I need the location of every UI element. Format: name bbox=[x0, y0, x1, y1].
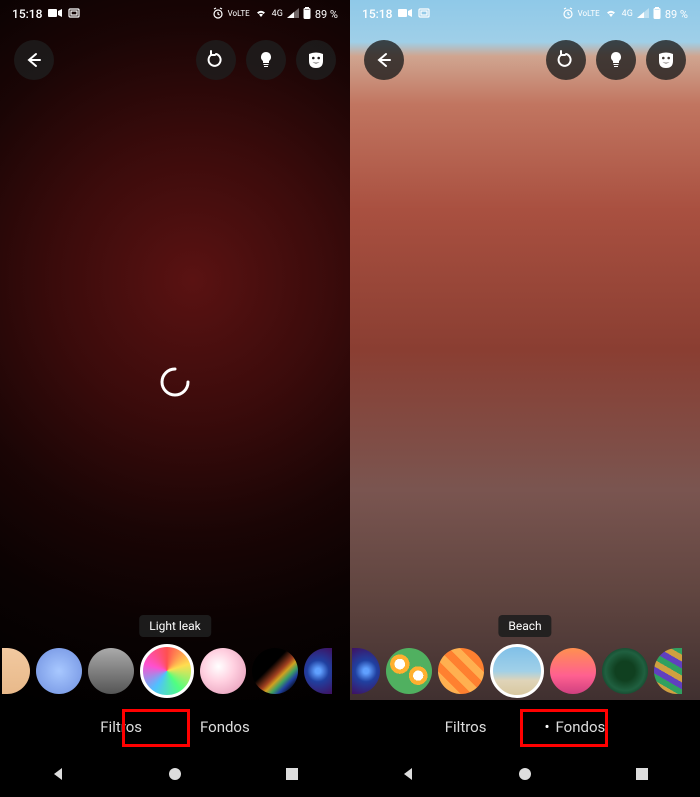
retake-button[interactable] bbox=[196, 40, 236, 80]
network-type: VoLTE bbox=[578, 10, 600, 18]
status-time: 15:18 bbox=[12, 7, 42, 21]
filter-thumb[interactable] bbox=[88, 648, 134, 694]
nav-home-button[interactable] bbox=[164, 763, 186, 785]
nav-back-button[interactable] bbox=[47, 763, 69, 785]
back-button[interactable] bbox=[14, 40, 54, 80]
status-bar: 15:18 VoLTE 4G 89 % bbox=[0, 0, 350, 28]
background-thumb[interactable] bbox=[550, 648, 596, 694]
alarm-icon bbox=[562, 7, 574, 22]
android-navbar bbox=[350, 751, 700, 797]
effects-mask-button[interactable] bbox=[296, 40, 336, 80]
battery-percent: 89 % bbox=[665, 8, 688, 21]
background-thumb[interactable] bbox=[352, 648, 380, 694]
filter-thumb[interactable] bbox=[2, 648, 30, 694]
selected-filter-name: Beach bbox=[498, 615, 551, 637]
network-4g: 4G bbox=[622, 9, 633, 19]
filter-thumb-selected[interactable] bbox=[140, 644, 194, 698]
backgrounds-carousel[interactable] bbox=[350, 641, 700, 701]
screenshot-indicator-icon bbox=[418, 7, 430, 21]
tab-fondos[interactable]: Fondos bbox=[186, 712, 264, 742]
background-thumb[interactable] bbox=[602, 648, 648, 694]
tab-fondos[interactable]: Fondos bbox=[530, 712, 619, 742]
effects-mask-button[interactable] bbox=[646, 40, 686, 80]
background-thumb[interactable] bbox=[654, 648, 682, 694]
screenshot-indicator-icon bbox=[68, 7, 80, 21]
nav-recents-button[interactable] bbox=[281, 763, 303, 785]
network-4g: 4G bbox=[272, 9, 283, 19]
battery-percent: 89 % bbox=[315, 8, 338, 21]
camera-preview bbox=[0, 0, 350, 700]
filter-thumb[interactable] bbox=[304, 648, 332, 694]
screen-backgrounds: 15:18 VoLTE 4G 89 % bbox=[350, 0, 700, 797]
background-thumb-selected[interactable] bbox=[490, 644, 544, 698]
status-time: 15:18 bbox=[362, 7, 392, 21]
selected-filter-name: Light leak bbox=[139, 615, 211, 637]
battery-icon bbox=[653, 7, 661, 22]
filters-carousel[interactable] bbox=[0, 641, 350, 701]
lighting-button[interactable] bbox=[596, 40, 636, 80]
filter-thumb[interactable] bbox=[200, 648, 246, 694]
back-button[interactable] bbox=[364, 40, 404, 80]
nav-recents-button[interactable] bbox=[631, 763, 653, 785]
tabs-row: Filtros Fondos bbox=[350, 705, 700, 749]
wifi-icon bbox=[604, 8, 618, 21]
camera-indicator-icon bbox=[398, 7, 412, 21]
background-thumb[interactable] bbox=[438, 648, 484, 694]
camera-preview bbox=[350, 0, 700, 700]
tab-filtros[interactable]: Filtros bbox=[86, 712, 156, 742]
tab-filtros[interactable]: Filtros bbox=[431, 712, 501, 742]
camera-indicator-icon bbox=[48, 7, 62, 21]
screen-filters: 15:18 VoLTE 4G 89 % bbox=[0, 0, 350, 797]
android-navbar bbox=[0, 751, 350, 797]
filter-thumb[interactable] bbox=[252, 648, 298, 694]
signal-icon bbox=[287, 8, 299, 21]
status-bar: 15:18 VoLTE 4G 89 % bbox=[350, 0, 700, 28]
background-thumb[interactable] bbox=[386, 648, 432, 694]
lighting-button[interactable] bbox=[246, 40, 286, 80]
filter-thumb[interactable] bbox=[36, 648, 82, 694]
nav-back-button[interactable] bbox=[397, 763, 419, 785]
network-type: VoLTE bbox=[228, 10, 250, 18]
signal-icon bbox=[637, 8, 649, 21]
nav-home-button[interactable] bbox=[514, 763, 536, 785]
retake-button[interactable] bbox=[546, 40, 586, 80]
battery-icon bbox=[303, 7, 311, 22]
alarm-icon bbox=[212, 7, 224, 22]
tabs-row: Filtros Fondos bbox=[0, 705, 350, 749]
wifi-icon bbox=[254, 8, 268, 21]
loading-spinner bbox=[158, 365, 192, 399]
